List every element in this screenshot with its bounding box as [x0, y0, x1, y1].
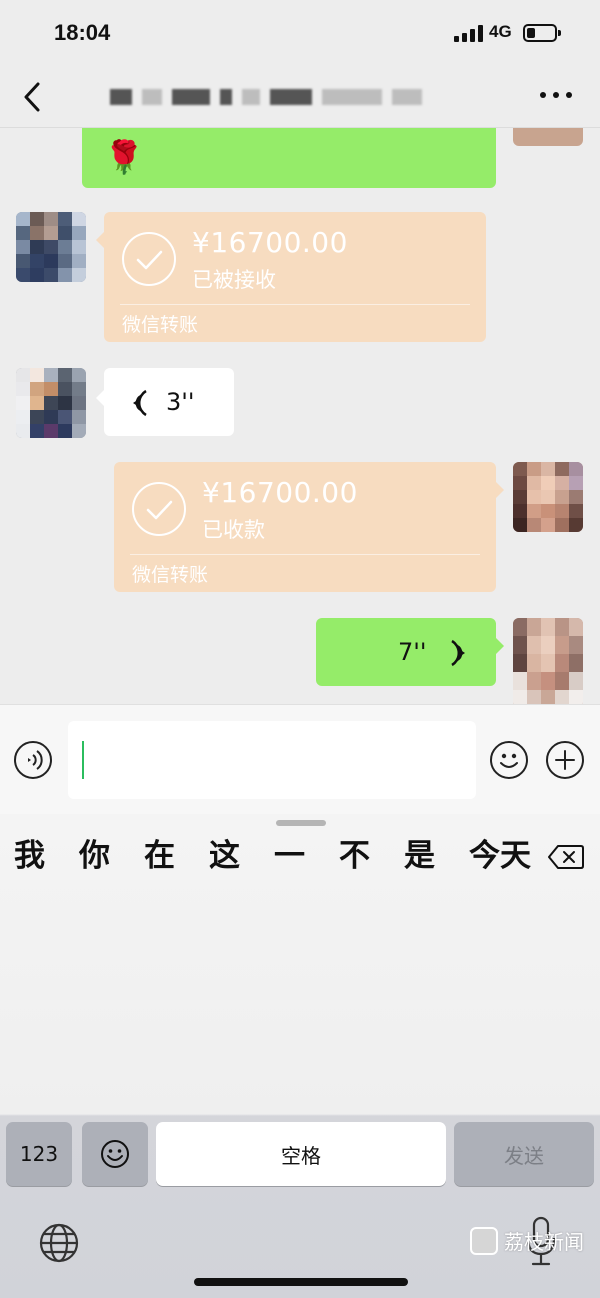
emoji-key[interactable] [82, 1122, 148, 1186]
avatar-contact[interactable] [16, 368, 86, 438]
avatar-self[interactable] [513, 618, 583, 704]
watermark-text: 荔枝新闻 [504, 1230, 584, 1254]
transfer-card-received[interactable]: ¥16700.00 已被接收 微信转账 [104, 212, 486, 342]
candidate-word[interactable]: 是 [404, 836, 435, 876]
candidate-word[interactable]: 今天 [469, 836, 531, 876]
avatar-contact[interactable] [16, 212, 86, 282]
emoji-icon[interactable] [490, 741, 528, 779]
message-text-input[interactable] [68, 721, 476, 799]
backspace-icon[interactable] [548, 844, 584, 870]
transfer-card-paid[interactable]: ¥16700.00 已收款 微信转账 [114, 462, 496, 592]
ime-keyboard: 我 你 在 这 一 不 是 今天 123 空格 发送 荔枝新闻 [0, 814, 600, 1298]
voice-duration: 3'' [166, 388, 195, 416]
candidate-word[interactable]: 不 [339, 836, 370, 876]
ellipsis-icon[interactable] [540, 90, 574, 100]
transfer-amount: ¥16700.00 [192, 226, 348, 259]
transfer-status: 已被接收 [192, 268, 276, 292]
send-key[interactable]: 发送 [454, 1122, 594, 1186]
battery-icon [523, 24, 561, 42]
transfer-label: 微信转账 [122, 314, 199, 336]
voice-wave-icon [133, 389, 147, 417]
rose-emoji: 🌹 [104, 138, 144, 176]
candidate-word[interactable]: 这 [209, 836, 240, 876]
message-bubble-outgoing[interactable]: 🌹 [82, 128, 496, 188]
keyboard-drag-handle[interactable] [276, 820, 326, 826]
smiley-icon [101, 1140, 129, 1168]
candidate-word[interactable]: 你 [79, 836, 110, 876]
space-key[interactable]: 空格 [156, 1122, 446, 1186]
chat-title-redacted [110, 82, 490, 112]
candidate-bar: 我 你 在 这 一 不 是 今天 [14, 836, 534, 876]
chat-messages[interactable]: 🌹 ¥16700.00 已被接收 微信转账 3'' ¥16700.00 已收款 … [0, 128, 600, 704]
message-input-bar [0, 704, 600, 814]
chat-header [0, 66, 600, 128]
voice-message-incoming[interactable]: 3'' [104, 368, 234, 436]
cellular-signal-icon [454, 24, 484, 42]
avatar-self[interactable] [513, 462, 583, 532]
voice-input-toggle-icon[interactable] [14, 741, 52, 779]
candidate-word[interactable]: 在 [144, 836, 175, 876]
transfer-status: 已收款 [202, 518, 265, 542]
voice-wave-icon [451, 639, 465, 667]
chevron-left-icon[interactable] [18, 80, 48, 114]
candidate-word[interactable]: 我 [14, 836, 45, 876]
check-circle-icon [132, 482, 186, 536]
numbers-key[interactable]: 123 [6, 1122, 72, 1186]
text-caret [82, 741, 84, 779]
voice-duration: 7'' [398, 638, 427, 666]
status-time: 18:04 [54, 20, 111, 45]
network-type: 4G [489, 22, 512, 41]
transfer-amount: ¥16700.00 [202, 476, 358, 509]
candidate-word[interactable]: 一 [274, 836, 305, 876]
check-circle-icon [122, 232, 176, 286]
transfer-label: 微信转账 [132, 564, 209, 586]
watermark-logo [470, 1226, 498, 1255]
plus-icon[interactable] [546, 741, 584, 779]
home-indicator[interactable] [194, 1278, 408, 1286]
voice-message-outgoing[interactable]: 7'' [316, 618, 496, 686]
watermark: 荔枝新闻 [470, 1226, 584, 1255]
avatar-self[interactable] [513, 128, 583, 146]
globe-icon[interactable] [38, 1222, 80, 1264]
status-bar: 18:04 4G [0, 0, 600, 66]
